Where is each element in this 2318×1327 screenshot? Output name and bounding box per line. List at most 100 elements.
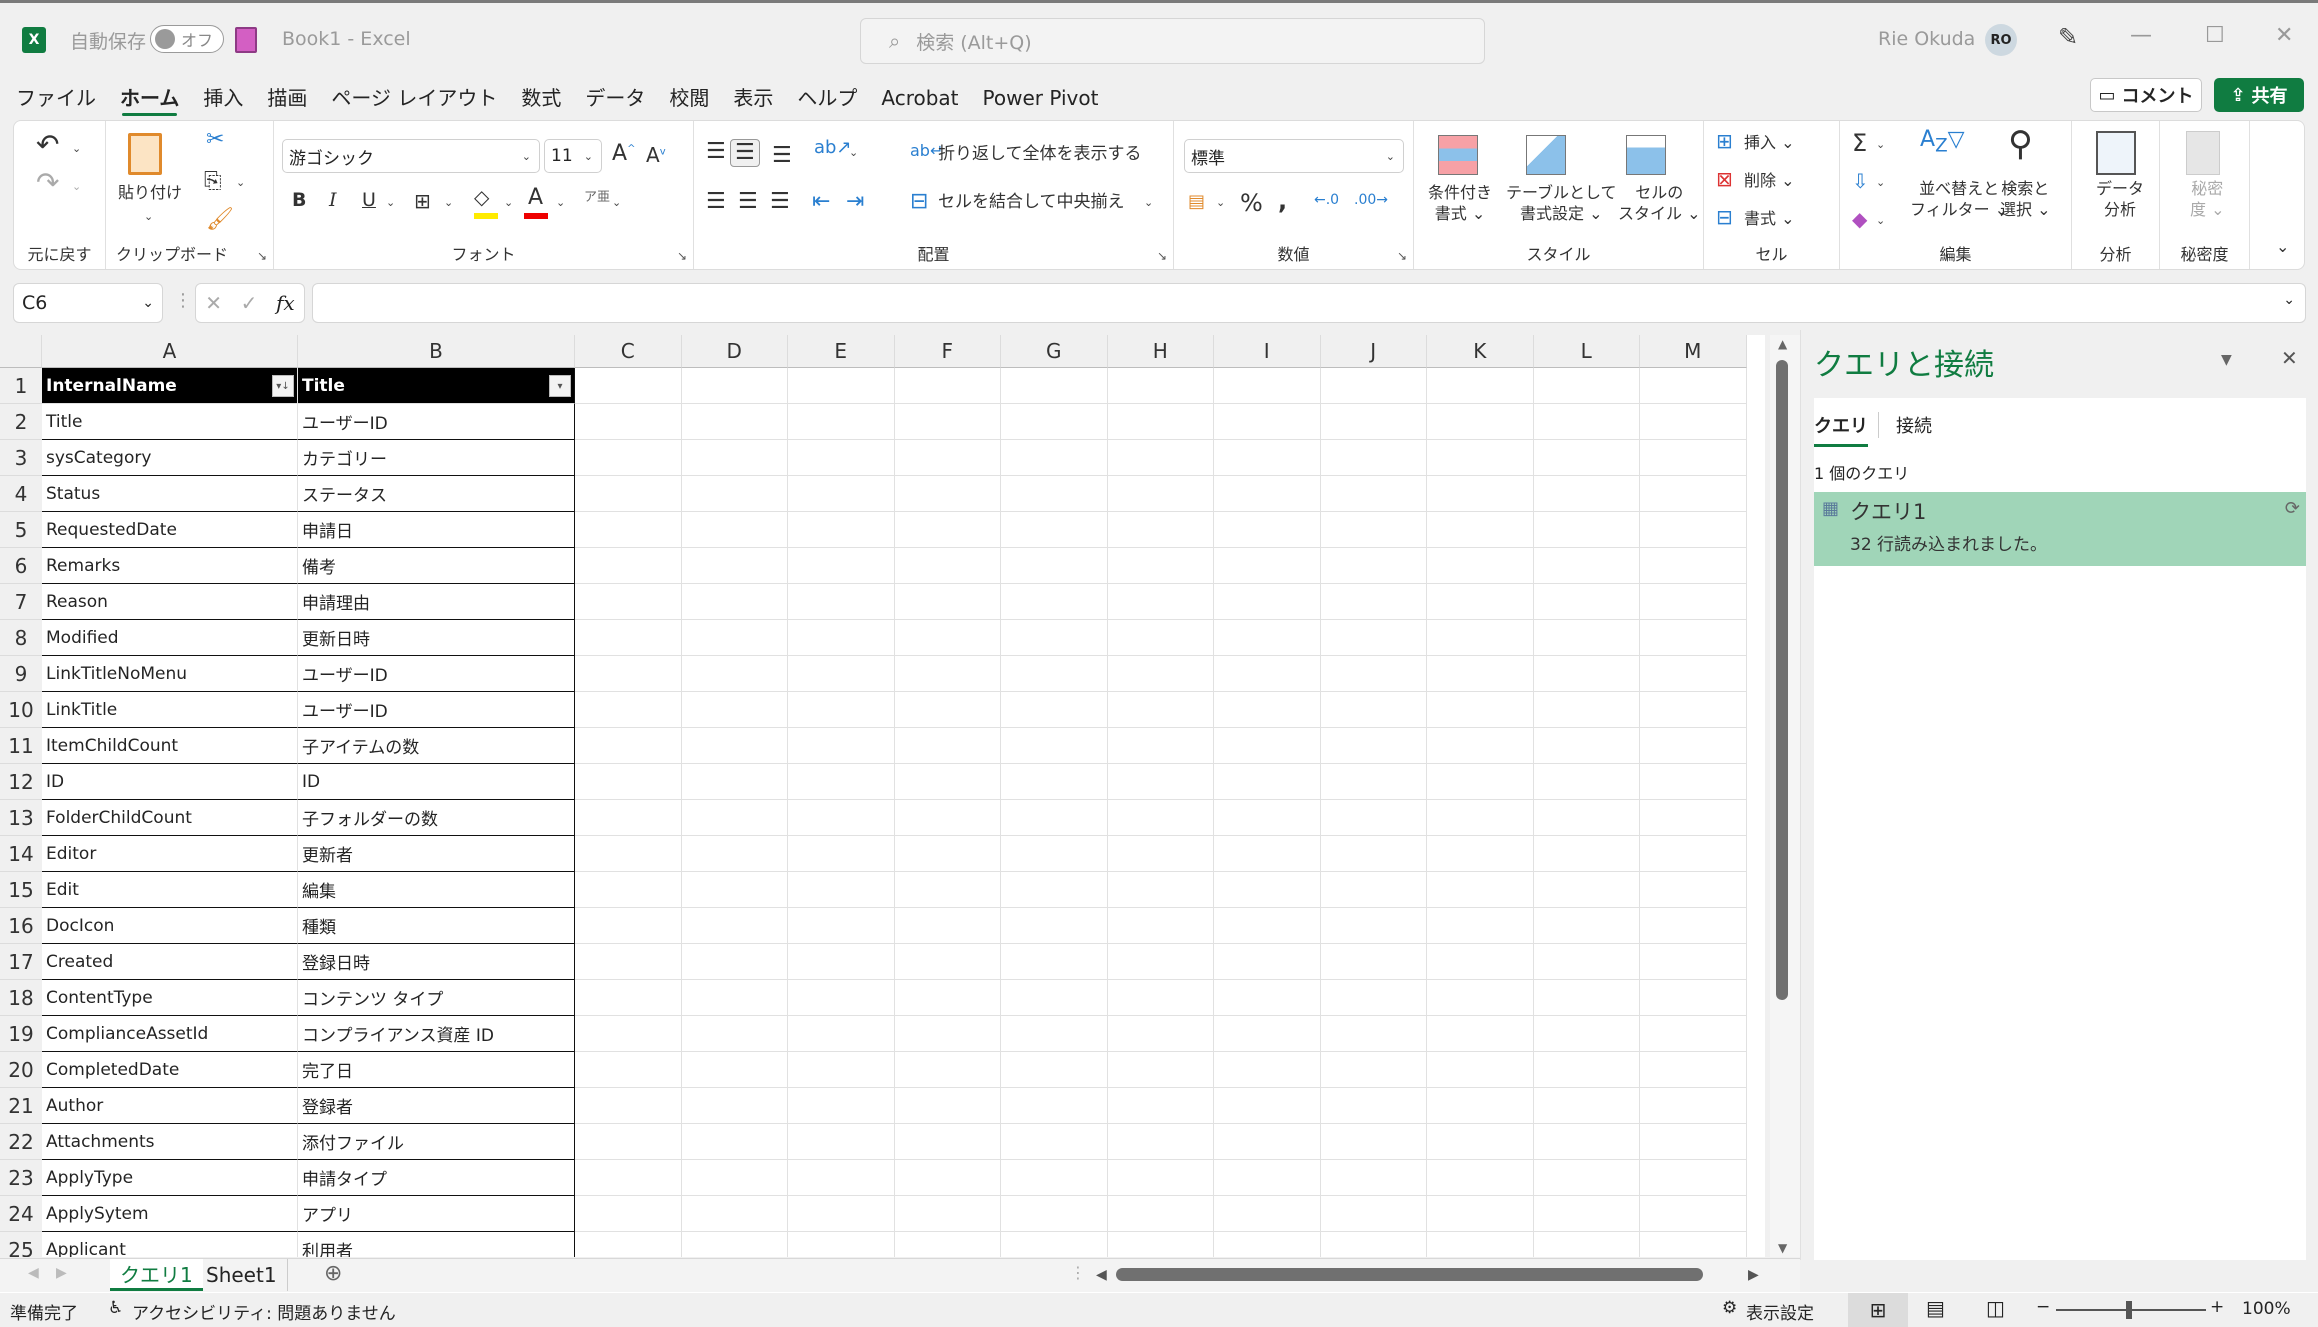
cell[interactable]: [1533, 1052, 1640, 1088]
cell[interactable]: [1214, 872, 1321, 908]
paste-icon[interactable]: [128, 133, 162, 175]
page-break-view-icon[interactable]: ◫: [1986, 1296, 2005, 1320]
cell[interactable]: [1107, 1016, 1214, 1052]
menu-tab[interactable]: ホーム: [108, 78, 191, 118]
cell[interactable]: [894, 800, 1001, 836]
cell[interactable]: [788, 800, 895, 836]
cell[interactable]: [788, 656, 895, 692]
cell[interactable]: [894, 728, 1001, 764]
cell[interactable]: [1320, 476, 1427, 512]
expand-formula-icon[interactable]: ⌄: [2283, 292, 2295, 308]
prev-sheet-icon[interactable]: ◀: [28, 1265, 39, 1281]
cell[interactable]: [1320, 440, 1427, 476]
cell[interactable]: [1640, 548, 1747, 584]
cell[interactable]: [1640, 1124, 1747, 1160]
scroll-up-icon[interactable]: ▲: [1778, 337, 1787, 351]
row-header[interactable]: 23: [0, 1160, 42, 1196]
name-box[interactable]: C6 ⌄: [13, 283, 163, 323]
increase-decimal-icon[interactable]: ←.0: [1314, 193, 1339, 207]
cell[interactable]: [575, 404, 682, 440]
cell[interactable]: [1320, 1052, 1427, 1088]
cell[interactable]: [1640, 836, 1747, 872]
accounting-format-icon[interactable]: ▤: [1188, 193, 1205, 211]
table-cell[interactable]: Created: [42, 944, 298, 980]
cell[interactable]: [681, 548, 788, 584]
cell[interactable]: [1533, 512, 1640, 548]
table-cell[interactable]: カテゴリー: [298, 440, 575, 476]
cell[interactable]: [1320, 584, 1427, 620]
comma-style-button[interactable]: ,: [1278, 189, 1287, 213]
cell[interactable]: [681, 656, 788, 692]
cell[interactable]: [788, 404, 895, 440]
cell[interactable]: [788, 764, 895, 800]
cell[interactable]: [894, 1196, 1001, 1232]
cell[interactable]: [1320, 1016, 1427, 1052]
feedback-icon[interactable]: ✎: [2058, 23, 2078, 51]
cell[interactable]: [1533, 944, 1640, 980]
cell[interactable]: [1001, 908, 1108, 944]
menu-tab[interactable]: ファイル: [4, 78, 108, 118]
cancel-icon[interactable]: ✕: [205, 291, 222, 315]
cell[interactable]: [681, 476, 788, 512]
cell[interactable]: [1533, 404, 1640, 440]
cell[interactable]: [1640, 584, 1747, 620]
cell[interactable]: [1107, 1160, 1214, 1196]
row-header[interactable]: 11: [0, 728, 42, 764]
cell[interactable]: [1640, 1232, 1747, 1257]
table-cell[interactable]: Title: [42, 404, 298, 440]
table-cell[interactable]: ID: [42, 764, 298, 800]
cell[interactable]: [1320, 1124, 1427, 1160]
cell[interactable]: [681, 800, 788, 836]
cell[interactable]: [894, 944, 1001, 980]
vertical-scroll-thumb[interactable]: [1776, 360, 1788, 1000]
alignment-launcher-icon[interactable]: ↘: [1157, 249, 1167, 263]
cell[interactable]: [788, 1016, 895, 1052]
cell[interactable]: [1640, 692, 1747, 728]
cell[interactable]: [681, 1088, 788, 1124]
cell[interactable]: [1214, 1196, 1321, 1232]
cell[interactable]: [681, 944, 788, 980]
cell[interactable]: [1001, 944, 1108, 980]
column-header[interactable]: M: [1640, 335, 1747, 368]
number-launcher-icon[interactable]: ↘: [1397, 249, 1407, 263]
cell[interactable]: [575, 764, 682, 800]
cell[interactable]: [1427, 1232, 1534, 1257]
table-cell[interactable]: FolderChildCount: [42, 800, 298, 836]
tab-connections[interactable]: 接続: [1896, 412, 1932, 438]
table-cell[interactable]: Remarks: [42, 548, 298, 584]
cell[interactable]: [1107, 440, 1214, 476]
column-header[interactable]: G: [1001, 335, 1108, 368]
table-cell[interactable]: 子フォルダーの数: [298, 800, 575, 836]
maximize-icon[interactable]: ☐: [2205, 23, 2225, 48]
cell[interactable]: [788, 1232, 895, 1257]
cell[interactable]: [681, 980, 788, 1016]
cell[interactable]: [575, 656, 682, 692]
copy-icon[interactable]: ⎘: [204, 171, 222, 193]
merge-dropdown-icon[interactable]: ⌄: [1144, 197, 1153, 208]
cell[interactable]: [1214, 836, 1321, 872]
table-cell[interactable]: 利用者: [298, 1232, 575, 1257]
cell[interactable]: [788, 908, 895, 944]
menu-tab[interactable]: データ: [573, 78, 657, 118]
cell[interactable]: [894, 1088, 1001, 1124]
cell[interactable]: [1107, 1052, 1214, 1088]
spreadsheet-grid[interactable]: A B C D E F G H I J K L M 1 InternalName Title 2 Title ユーザ…: [0, 335, 1765, 1257]
cell[interactable]: [681, 728, 788, 764]
cell[interactable]: [1214, 368, 1321, 404]
cell[interactable]: [894, 656, 1001, 692]
cell[interactable]: [1001, 512, 1108, 548]
cell[interactable]: [575, 692, 682, 728]
cell[interactable]: [682, 1232, 788, 1257]
cell[interactable]: [1107, 836, 1214, 872]
cell[interactable]: [1533, 1196, 1640, 1232]
cell[interactable]: [681, 1016, 788, 1052]
decrease-indent-icon[interactable]: ⇤: [812, 191, 830, 213]
cell[interactable]: [1001, 1196, 1108, 1232]
borders-icon[interactable]: ⊞: [414, 191, 431, 211]
cell[interactable]: [1107, 512, 1214, 548]
cell[interactable]: [894, 368, 1001, 404]
cell[interactable]: [788, 1124, 895, 1160]
cell[interactable]: [1640, 404, 1747, 440]
normal-view-icon[interactable]: ⊞: [1848, 1293, 1908, 1327]
cell[interactable]: [575, 1124, 682, 1160]
